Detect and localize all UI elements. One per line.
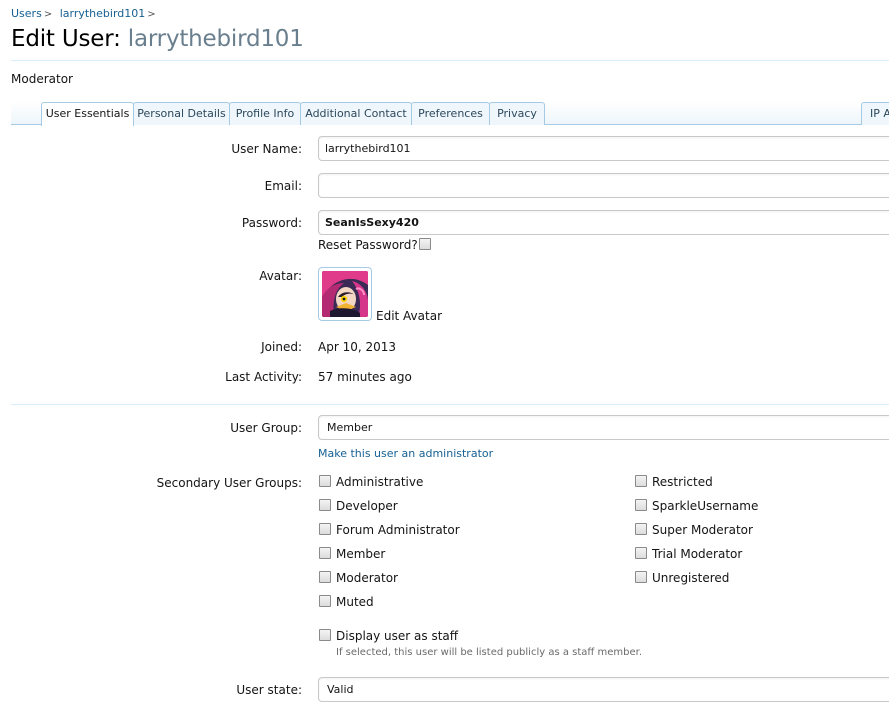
- group-label-muted: Muted: [336, 595, 374, 609]
- page-title-prefix: Edit User:: [11, 26, 121, 52]
- tab-privacy[interactable]: Privacy: [489, 102, 545, 125]
- group-checkbox-super-moderator[interactable]: [635, 523, 647, 535]
- username-input[interactable]: larrythebird101: [318, 136, 889, 161]
- password-label: Password:: [241, 216, 302, 230]
- display-staff-label: Display user as staff: [336, 629, 459, 643]
- tab-user-essentials[interactable]: User Essentials: [41, 102, 134, 126]
- group-checkbox-administrative[interactable]: [319, 475, 331, 487]
- password-input[interactable]: SeanIsSexy420: [318, 210, 889, 235]
- joined-label: Joined:: [261, 340, 302, 354]
- last-activity-label: Last Activity:: [225, 370, 302, 384]
- group-checkbox-forum-administrator[interactable]: [319, 523, 331, 535]
- group-checkbox-member[interactable]: [319, 547, 331, 559]
- user-state-select[interactable]: Valid: [318, 677, 889, 702]
- group-label-trial-moderator: Trial Moderator: [652, 547, 743, 561]
- tab-profile-info[interactable]: Profile Info: [229, 102, 301, 125]
- group-checkbox-moderator[interactable]: [319, 571, 331, 583]
- breadcrumb: Users > larrythebird101 >: [11, 7, 160, 20]
- user-state-label: User state:: [236, 683, 302, 697]
- group-label-sparkleusername: SparkleUsername: [652, 499, 759, 513]
- group-checkbox-unregistered[interactable]: [635, 571, 647, 583]
- group-checkbox-trial-moderator[interactable]: [635, 547, 647, 559]
- group-label-restricted: Restricted: [652, 475, 713, 489]
- group-label-moderator: Moderator: [336, 571, 398, 585]
- section-divider: [11, 404, 889, 405]
- username-label: User Name:: [231, 142, 302, 156]
- breadcrumb-user-link[interactable]: larrythebird101: [60, 7, 146, 20]
- last-activity-value: 57 minutes ago: [318, 370, 412, 384]
- secondary-groups-label: Secondary User Groups:: [156, 476, 302, 490]
- group-label-member: Member: [336, 547, 386, 561]
- page-subtitle: Moderator: [11, 72, 73, 86]
- make-admin-link[interactable]: Make this user an administrator: [318, 447, 493, 460]
- group-label-unregistered: Unregistered: [652, 571, 730, 585]
- group-checkbox-developer[interactable]: [319, 499, 331, 511]
- reset-password-label: Reset Password?: [318, 238, 418, 252]
- group-checkbox-restricted[interactable]: [635, 475, 647, 487]
- group-label-developer: Developer: [336, 499, 398, 513]
- page-title: Edit User: larrythebird101: [11, 26, 304, 52]
- group-checkbox-sparkleusername[interactable]: [635, 499, 647, 511]
- breadcrumb-users-link[interactable]: Users: [11, 7, 42, 20]
- group-label-administrative: Administrative: [336, 475, 424, 489]
- group-label-super-moderator: Super Moderator: [652, 523, 753, 537]
- tab-ip-addresses[interactable]: IP A: [861, 102, 889, 125]
- page-title-username: larrythebird101: [127, 26, 304, 52]
- display-staff-checkbox[interactable]: [319, 629, 331, 641]
- email-label: Email:: [264, 179, 302, 193]
- group-checkbox-muted[interactable]: [319, 595, 331, 607]
- user-group-label: User Group:: [230, 421, 302, 435]
- reset-password-checkbox[interactable]: [419, 238, 431, 250]
- joined-value: Apr 10, 2013: [318, 340, 397, 354]
- group-label-forum-administrator: Forum Administrator: [336, 523, 460, 537]
- title-divider: [11, 60, 889, 61]
- avatar-image: [322, 271, 368, 317]
- display-staff-hint: If selected, this user will be listed pu…: [336, 647, 642, 658]
- breadcrumb-separator: >: [43, 9, 53, 20]
- tab-personal-details[interactable]: Personal Details: [133, 102, 230, 125]
- edit-avatar-link[interactable]: Edit Avatar: [376, 309, 442, 323]
- tab-preferences[interactable]: Preferences: [411, 102, 490, 125]
- avatar-label: Avatar:: [259, 269, 302, 283]
- tab-additional-contact[interactable]: Additional Contact: [300, 102, 412, 125]
- email-input[interactable]: [318, 173, 889, 198]
- avatar[interactable]: [318, 267, 372, 321]
- user-group-select[interactable]: Member: [318, 415, 889, 440]
- breadcrumb-separator: >: [147, 9, 156, 20]
